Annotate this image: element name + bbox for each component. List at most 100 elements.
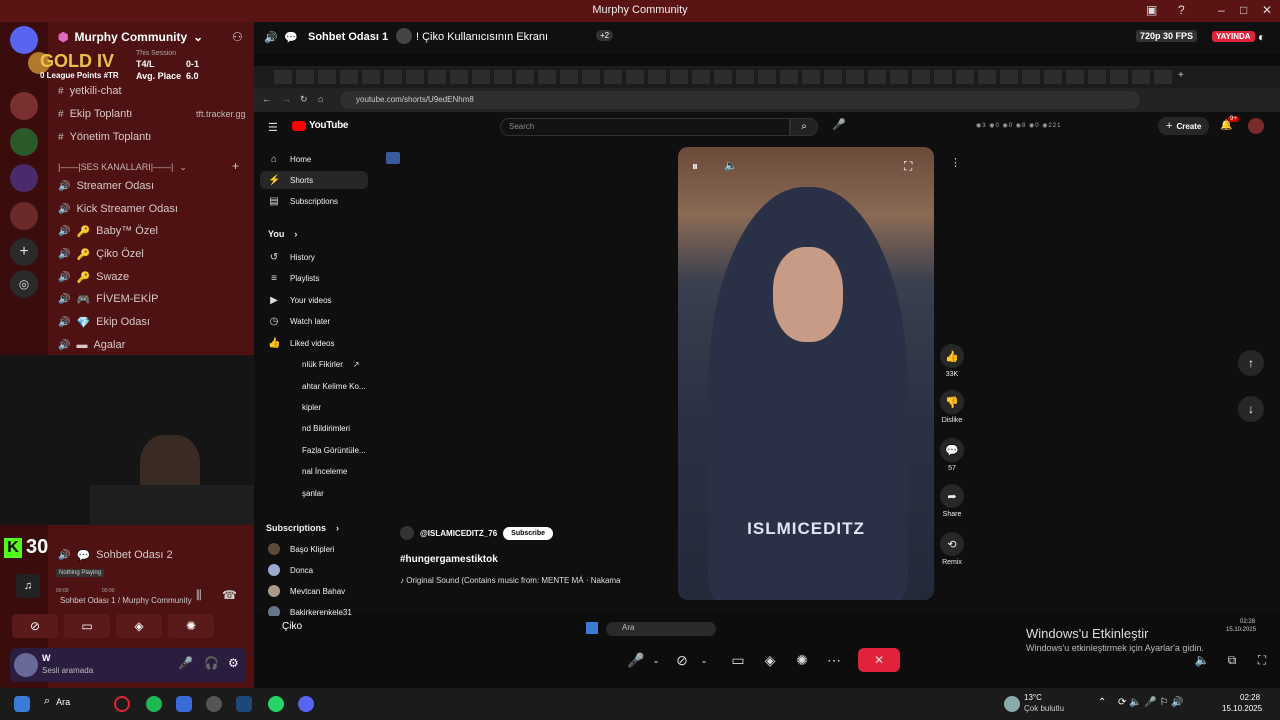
taskbar-search[interactable]: ⌕ Ara [44,695,70,708]
fullscreen-icon[interactable]: ⛶ [904,159,912,174]
microphone-icon[interactable]: 🎤 [178,656,193,670]
voice-channel-item[interactable]: 🔊 💬 Sohbet Odası 2 [58,546,173,564]
server-header[interactable]: ⬢ Murphy Community ⌄ [58,30,203,44]
maximize-button[interactable]: □ [1240,3,1247,17]
add-channel-icon[interactable]: + [232,159,239,173]
nav-watch-later[interactable]: ◷ Watch later [268,312,331,330]
more-options-icon[interactable]: ⋮ [950,156,961,169]
extra-participants[interactable]: +2 [596,30,614,41]
youtube-logo[interactable]: YouTube [292,120,349,131]
channel-item[interactable]: # Yönetim Toplantı [58,128,151,146]
avatar[interactable] [14,653,38,677]
forward-icon[interactable]: → [282,94,291,104]
app-icon[interactable] [206,696,222,712]
steam-icon[interactable] [236,696,252,712]
server-icon[interactable] [10,164,38,192]
nav-shorts[interactable]: ⚡ Shorts [260,171,368,189]
arrow-up-icon[interactable]: ↑ [1238,350,1264,376]
comments-button[interactable]: 💬 57 [938,438,966,472]
back-icon[interactable]: ← [262,94,271,104]
video-sound[interactable]: ♪ Original Sound (Contains music from: M… [400,576,621,585]
channel-item[interactable]: # yetkili-chat [58,82,122,100]
camera-off-icon[interactable]: ⊘ [670,648,694,672]
video-title[interactable]: #hungergamestiktok [400,554,498,565]
tray-icons[interactable]: ⟳ 🔈 🎤 ⚐ 🔊 [1118,697,1184,708]
nav-item[interactable]: kipler [302,398,321,416]
nav-item[interactable]: şanlar [302,484,324,502]
inbox-icon[interactable]: ▣ [1146,3,1157,17]
nav-subscriptions[interactable]: ▤ Subscriptions [268,192,338,210]
windows-start-icon[interactable] [14,696,30,712]
popout-icon[interactable]: ⧉ [1220,648,1244,672]
channel-name[interactable]: @ISLAMICEDITZ_76 [420,529,497,538]
voice-channel-item[interactable]: 🔊 Kick Streamer Odası [58,200,178,218]
opera-icon[interactable] [114,696,130,712]
nav-history[interactable]: ↺ History [268,248,315,266]
volume-icon[interactable]: 🔈 [1190,648,1214,672]
browser-tabs[interactable] [274,70,1174,84]
app-icon[interactable] [176,696,192,712]
search-icon[interactable]: ⌕ [790,118,818,136]
subscribe-button[interactable]: Subscribe [503,526,554,540]
fullscreen-icon[interactable]: ⛶ [1250,648,1274,672]
home-icon[interactable]: ⌂ [318,94,323,104]
pause-icon[interactable]: ⏸ [692,159,698,174]
create-button[interactable]: + Create [1158,117,1210,135]
headphones-icon[interactable]: 🎧 [204,656,219,670]
settings-gear-icon[interactable]: ⚙ [228,656,239,670]
activity-icon[interactable]: ◈ [758,648,782,672]
remix-button[interactable]: ⟲ Remix [938,532,966,566]
whatsapp-icon[interactable] [268,696,284,712]
server-icon[interactable] [10,202,38,230]
chat-toggle-icon[interactable]: ◐ [1258,30,1265,44]
subscription-item[interactable]: Başo Klipleri [268,540,334,558]
nav-item[interactable]: nlük Fikirler ↗ [302,355,360,373]
voice-channel-item[interactable]: 🔊 🎮 FİVEM-EKİP [58,290,159,308]
help-icon[interactable]: ? [1178,3,1185,17]
menu-icon[interactable]: ☰ [268,121,278,134]
effects-icon[interactable]: ✺ [790,648,814,672]
voice-channel-item[interactable]: 🔊 💎 Ekip Odası [58,313,150,331]
nav-item[interactable]: Fazla Görüntüle... [302,441,366,459]
share-button[interactable]: ➦ Share [938,484,966,518]
leave-call-button[interactable]: ✕ [858,648,900,672]
nav-subscriptions-header[interactable]: Subscriptions › [266,519,339,537]
extension-icons[interactable]: ◉3 ◉0 ◉0 ◉8 ◉0 ◉221 [976,122,1061,129]
nav-you[interactable]: You › [268,225,297,243]
spotify-icon[interactable] [146,696,162,712]
voice-channel-item[interactable]: 🔊 🔑 Swaze [58,268,129,286]
avatar[interactable] [1248,118,1264,134]
search-input[interactable]: Search [500,118,790,136]
minimize-button[interactable]: – [1218,3,1225,17]
subscription-item[interactable]: Mevtcan Bahav [268,582,345,600]
nav-your-videos[interactable]: ▶ Your videos [268,291,331,309]
volume-icon[interactable]: 🔈 [724,159,738,172]
tray-chevron-icon[interactable]: ⌃ [1098,697,1106,708]
nav-item[interactable]: nal İnceleme [302,462,347,480]
add-member-icon[interactable]: ⚇ [232,30,243,44]
weather-icon[interactable] [1004,696,1020,712]
arrow-down-icon[interactable]: ↓ [1238,396,1264,422]
effects-icon[interactable]: ✺ [168,614,214,638]
soundboard-icon[interactable]: ⫼ [196,588,202,603]
screen-share-icon[interactable]: ▭ [64,614,110,638]
dislike-button[interactable]: 👎 Dislike [938,390,966,424]
channel-item[interactable]: # Ekip Toplantı [58,105,132,123]
microphone-icon[interactable]: 🎤 [832,118,846,131]
voice-channel-item[interactable]: 🔊 Streamer Odası [58,177,154,195]
activity-icon[interactable]: ◈ [116,614,162,638]
add-server-icon[interactable]: + [10,238,38,266]
avatar[interactable] [400,526,414,540]
shorts-video[interactable]: ⏸ 🔈 ⛶ ISLMICEDITZ [678,147,934,600]
nav-playlists[interactable]: ≡ Playlists [268,269,319,287]
new-tab-icon[interactable]: + [1178,70,1184,81]
subscription-item[interactable]: Donca [268,561,313,579]
reload-icon[interactable]: ↻ [300,94,308,105]
discover-icon[interactable]: ◎ [10,270,38,298]
voice-channel-item[interactable]: 🔊 ▬ Agalar [58,336,125,354]
voice-category[interactable]: |——|SES KANALLARI|——| ⌄ [58,158,187,176]
chevron-down-icon[interactable]: ⌄ [644,648,668,672]
camera-off-icon[interactable]: ⊘ [12,614,58,638]
voice-channel-item[interactable]: 🔊 🔑 Baby™ Özel [58,222,158,240]
nav-home[interactable]: ⌂ Home [268,150,311,168]
